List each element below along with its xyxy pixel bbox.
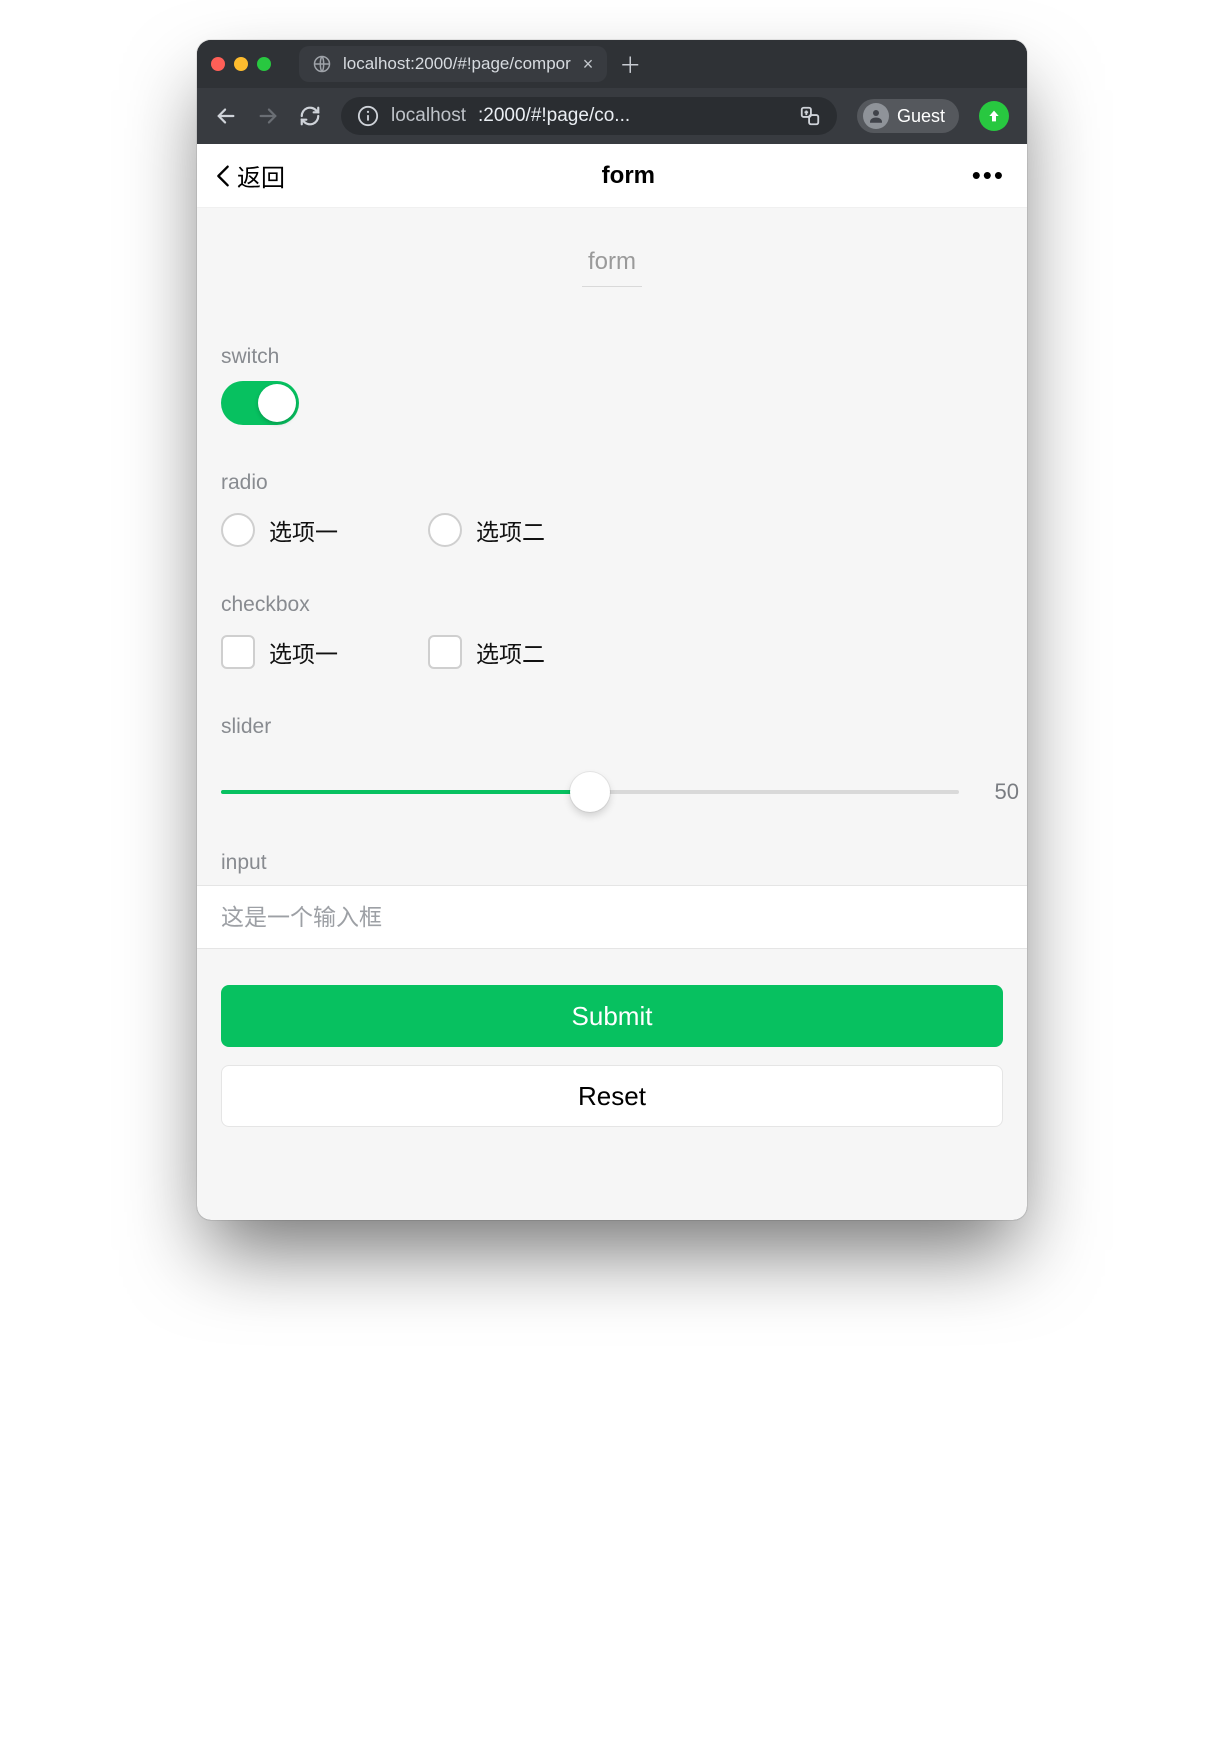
- input-label: input: [197, 851, 1027, 885]
- slider-section: slider: [197, 715, 1027, 739]
- browser-toolbar: localhost :2000/#!page/co... Guest: [197, 88, 1027, 144]
- up-arrow-icon: [986, 108, 1002, 124]
- window-controls: [211, 57, 271, 71]
- checkbox-icon: [428, 635, 462, 669]
- translate-icon[interactable]: [799, 105, 821, 127]
- radio-option-1[interactable]: 选项一: [221, 513, 338, 547]
- address-bar[interactable]: localhost :2000/#!page/co...: [341, 97, 837, 135]
- slider-control: 50: [197, 751, 1027, 805]
- radio-option-label: 选项二: [476, 513, 545, 547]
- chevron-left-icon: [215, 162, 231, 190]
- page-back-button[interactable]: 返回: [215, 158, 285, 193]
- globe-icon: [313, 55, 331, 73]
- url-host: localhost: [391, 105, 466, 127]
- page-viewport: 返回 form ••• form switch radio: [197, 144, 1027, 1220]
- checkbox-option-label: 选项一: [269, 635, 338, 669]
- radio-option-2[interactable]: 选项二: [428, 513, 545, 547]
- switch-section: switch: [197, 345, 1027, 425]
- page-navbar: 返回 form •••: [197, 144, 1027, 208]
- checkbox-option-2[interactable]: 选项二: [428, 635, 545, 669]
- radio-section: radio 选项一 选项二: [197, 471, 1027, 547]
- checkbox-option-label: 选项二: [476, 635, 545, 669]
- reset-button[interactable]: Reset: [221, 1065, 1003, 1127]
- page-menu-button[interactable]: •••: [972, 160, 1009, 191]
- extension-button[interactable]: [979, 101, 1009, 131]
- avatar-icon: [863, 103, 889, 129]
- zoom-window-button[interactable]: [257, 57, 271, 71]
- text-input[interactable]: [197, 904, 1027, 931]
- page-back-label: 返回: [237, 158, 285, 193]
- input-row: [197, 885, 1027, 949]
- slider-label: slider: [221, 715, 1003, 739]
- back-button[interactable]: [215, 105, 237, 127]
- slider-thumb[interactable]: [570, 772, 610, 812]
- url-rest: :2000/#!page/co...: [478, 105, 630, 127]
- reset-button-label: Reset: [578, 1081, 646, 1112]
- button-area: Submit Reset: [197, 949, 1027, 1127]
- tab-strip: localhost:2000/#!page/compor × ＋: [197, 40, 1027, 88]
- radio-option-label: 选项一: [269, 513, 338, 547]
- profile-label: Guest: [897, 106, 945, 127]
- radio-label: radio: [221, 471, 1003, 495]
- browser-window: localhost:2000/#!page/compor × ＋ localho…: [197, 40, 1027, 1220]
- slider-value: 50: [979, 779, 1019, 805]
- submit-button[interactable]: Submit: [221, 985, 1003, 1047]
- forward-button[interactable]: [257, 105, 279, 127]
- radio-icon: [221, 513, 255, 547]
- minimize-window-button[interactable]: [234, 57, 248, 71]
- checkbox-section: checkbox 选项一 选项二: [197, 593, 1027, 669]
- new-tab-button[interactable]: ＋: [617, 51, 643, 77]
- switch-knob: [258, 384, 296, 422]
- radio-icon: [428, 513, 462, 547]
- reload-button[interactable]: [299, 105, 321, 127]
- checkbox-option-1[interactable]: 选项一: [221, 635, 338, 669]
- page-content: form switch radio 选项一: [197, 208, 1027, 1220]
- browser-tab[interactable]: localhost:2000/#!page/compor ×: [299, 46, 607, 82]
- submit-button-label: Submit: [572, 1001, 653, 1032]
- profile-chip[interactable]: Guest: [857, 99, 959, 133]
- page-title: form: [285, 162, 972, 190]
- slider-track[interactable]: [221, 790, 959, 794]
- close-tab-button[interactable]: ×: [583, 55, 594, 73]
- switch-toggle[interactable]: [221, 381, 299, 425]
- close-window-button[interactable]: [211, 57, 225, 71]
- page-heading: form: [197, 208, 1027, 299]
- site-info-icon[interactable]: [357, 105, 379, 127]
- checkbox-icon: [221, 635, 255, 669]
- checkbox-label: checkbox: [221, 593, 1003, 617]
- switch-label: switch: [221, 345, 1003, 369]
- input-section: input: [197, 851, 1027, 949]
- tab-title: localhost:2000/#!page/compor: [343, 54, 571, 74]
- slider-fill: [221, 790, 590, 794]
